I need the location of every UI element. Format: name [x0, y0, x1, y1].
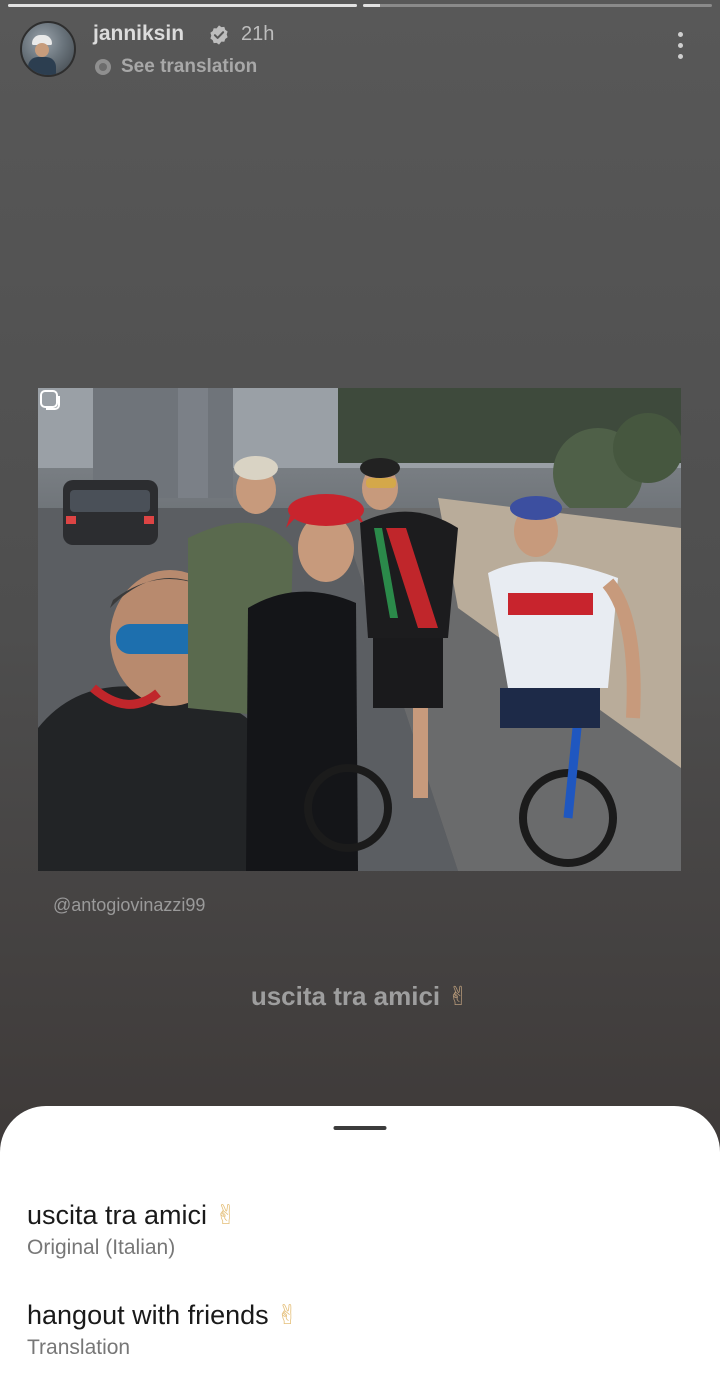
- original-text-row: uscita tra amici ✌ Original (Italian): [27, 1198, 693, 1260]
- story-progress-fill: [363, 4, 381, 7]
- story-header: janniksin 21h See translation: [18, 18, 702, 88]
- verified-badge-icon: [210, 25, 228, 45]
- story-progress-fill: [8, 4, 357, 7]
- translated-text: hangout with friends ✌: [27, 1298, 693, 1333]
- shared-post-photo[interactable]: [38, 388, 681, 871]
- more-options-icon[interactable]: [676, 32, 684, 62]
- original-language-label: Original (Italian): [27, 1236, 176, 1259]
- post-time: 21h: [241, 23, 275, 45]
- username[interactable]: janniksin: [93, 22, 184, 46]
- story-progress-segment: [363, 4, 712, 7]
- story-caption: uscita tra amici ✌: [0, 981, 720, 1012]
- avatar[interactable]: [20, 21, 76, 77]
- story-progress-segment: [8, 4, 357, 7]
- translation-bottom-sheet: uscita tra amici ✌ Original (Italian) ha…: [0, 1106, 720, 1399]
- victory-hand-emoji: ✌: [447, 982, 470, 1012]
- translation-label: Translation: [27, 1336, 131, 1359]
- translated-text-content: hangout with friends: [27, 1300, 269, 1330]
- original-text-content: uscita tra amici: [27, 1200, 208, 1230]
- repost-icon[interactable]: [38, 388, 62, 412]
- story-caption-text: uscita tra amici: [250, 981, 441, 1011]
- translate-icon: [95, 59, 111, 75]
- original-text: uscita tra amici ✌: [27, 1198, 693, 1233]
- victory-hand-emoji: ✌: [214, 1200, 238, 1231]
- drag-handle[interactable]: [333, 1126, 387, 1130]
- story-progress-bars: [8, 4, 712, 7]
- see-translation-label: See translation: [121, 56, 258, 77]
- post-credit-mention[interactable]: @antogiovinazzi99: [53, 895, 205, 916]
- victory-hand-emoji: ✌: [276, 1300, 299, 1331]
- see-translation-button[interactable]: See translation: [93, 56, 257, 78]
- cyclists-selfie-image: [38, 388, 681, 871]
- translated-text-row: hangout with friends ✌ Translation: [27, 1298, 693, 1360]
